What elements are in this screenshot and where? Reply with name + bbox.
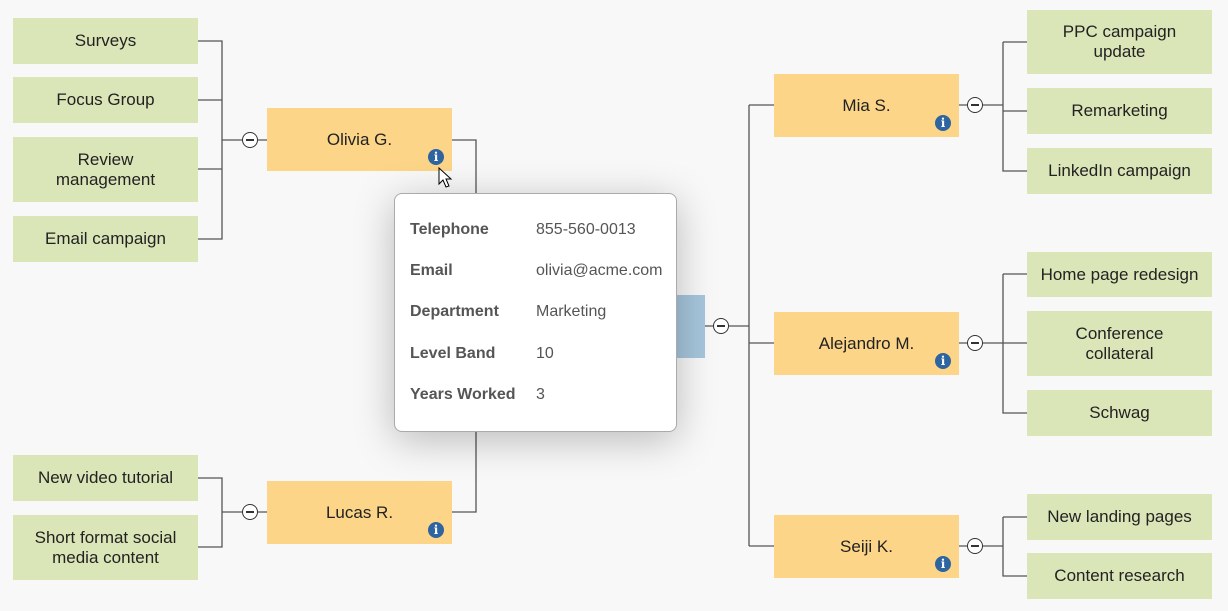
info-icon[interactable]: i	[935, 353, 951, 369]
field-value: Marketing	[536, 303, 607, 320]
task-node[interactable]: Surveys	[13, 18, 198, 64]
field-value: 3	[536, 386, 545, 403]
field-value: 10	[536, 345, 554, 362]
person-node-mia[interactable]: Mia S. i	[774, 74, 959, 137]
field-label: Email	[410, 262, 453, 279]
person-node-olivia[interactable]: Olivia G. i	[267, 108, 452, 171]
info-icon[interactable]: i	[428, 149, 444, 165]
task-node[interactable]: Schwag	[1027, 390, 1212, 436]
person-name: Mia S.	[842, 95, 891, 115]
task-node[interactable]: New landing pages	[1027, 494, 1212, 540]
task-node[interactable]: Remarketing	[1027, 88, 1212, 134]
person-node-seiji[interactable]: Seiji K. i	[774, 515, 959, 578]
info-tooltip: Telephone 855-560-0013 Email olivia@acme.c…	[394, 193, 677, 432]
field-label: Department	[410, 303, 499, 320]
task-node[interactable]: Home page redesign	[1027, 252, 1212, 297]
person-node-lucas[interactable]: Lucas R. i	[267, 481, 452, 544]
info-icon[interactable]: i	[935, 115, 951, 131]
person-name: Seiji K.	[840, 536, 893, 556]
collapse-minus-icon[interactable]	[242, 132, 258, 148]
collapse-minus-icon[interactable]	[967, 97, 983, 113]
task-node[interactable]: Email campaign	[13, 216, 198, 262]
field-value: 855-560-0013	[536, 221, 636, 238]
task-node[interactable]: PPC campaign update	[1027, 10, 1212, 74]
task-node[interactable]: Focus Group	[13, 77, 198, 123]
person-name: Lucas R.	[325, 502, 394, 522]
collapse-minus-icon[interactable]	[967, 335, 983, 351]
collapse-minus-icon[interactable]	[967, 538, 983, 554]
task-node[interactable]: Content research	[1027, 553, 1212, 599]
person-name: Olivia G.	[326, 129, 393, 149]
field-value: olivia@acme.com	[536, 262, 663, 279]
task-node[interactable]: Short format social media content	[13, 515, 198, 580]
person-name: Alejandro M.	[818, 333, 915, 353]
task-node[interactable]: New video tutorial	[13, 455, 198, 501]
task-node[interactable]: Conference collateral	[1027, 311, 1212, 376]
collapse-minus-icon[interactable]	[242, 504, 258, 520]
field-label: Years Worked	[410, 386, 516, 403]
info-icon[interactable]: i	[935, 556, 951, 572]
mouse-pointer-icon	[438, 167, 453, 188]
field-label: Telephone	[410, 221, 489, 238]
task-node[interactable]: LinkedIn campaign	[1027, 148, 1212, 194]
task-node[interactable]: Review management	[13, 137, 198, 202]
field-label: Level Band	[410, 345, 496, 362]
info-icon[interactable]: i	[428, 522, 444, 538]
collapse-minus-icon[interactable]	[713, 318, 729, 334]
person-node-alejandro[interactable]: Alejandro M. i	[774, 312, 959, 375]
